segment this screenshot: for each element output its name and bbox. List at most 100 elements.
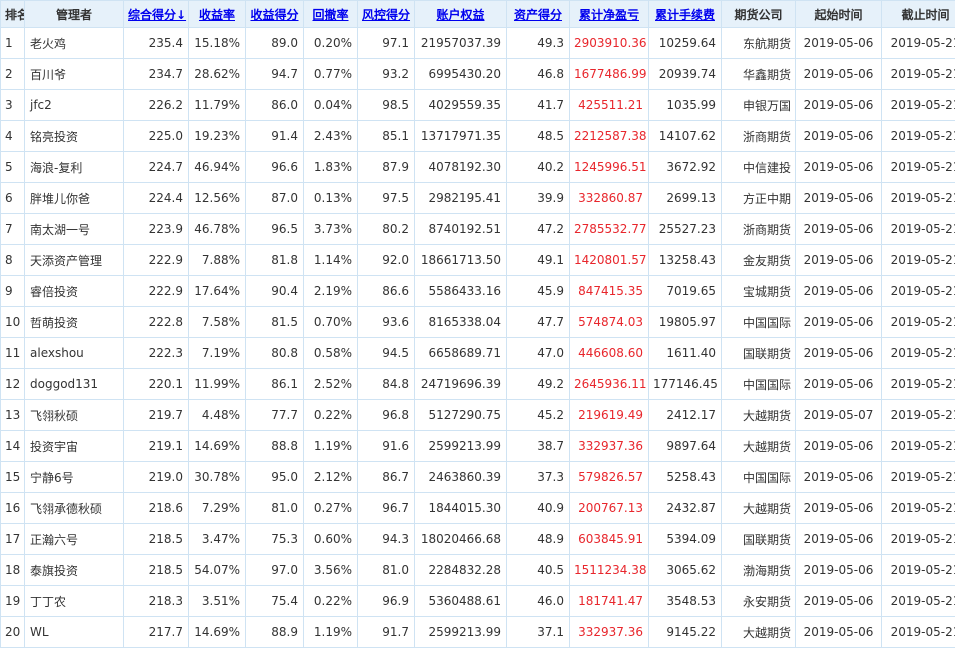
broker-cell: 大越期货 <box>721 399 796 431</box>
manager-name: 投资宇宙 <box>24 430 124 462</box>
drawdown-cell: 0.60% <box>303 523 358 555</box>
fees-cell: 1035.99 <box>648 89 722 121</box>
header-return-score[interactable]: 收益得分 <box>245 0 304 28</box>
equity-cell: 1844015.30 <box>414 492 507 524</box>
risk-score-cell: 97.5 <box>357 182 415 214</box>
rank-cell: 15 <box>0 461 25 493</box>
end-date-cell: 2019-05-21 <box>881 492 955 524</box>
start-date-cell: 2019-05-06 <box>795 306 882 338</box>
sort-score-link[interactable]: 综合得分↓ <box>128 8 186 22</box>
equity-cell: 8740192.51 <box>414 213 507 245</box>
net-pnl-cell: 2903910.36 <box>569 27 649 59</box>
asset-score-cell: 46.8 <box>506 58 570 90</box>
return-rate-cell: 54.07% <box>188 554 246 586</box>
drawdown-cell: 0.77% <box>303 58 358 90</box>
return-rate-cell: 30.78% <box>188 461 246 493</box>
rank-cell: 2 <box>0 58 25 90</box>
equity-cell: 2982195.41 <box>414 182 507 214</box>
risk-score-cell: 91.6 <box>357 430 415 462</box>
net-pnl-cell: 1677486.99 <box>569 58 649 90</box>
sort-equity-link[interactable]: 账户权益 <box>436 8 484 22</box>
return-rate-cell: 7.29% <box>188 492 246 524</box>
sort-fees-link[interactable]: 累计手续费 <box>655 8 715 22</box>
end-date-cell: 2019-05-21 <box>881 399 955 431</box>
broker-cell: 国联期货 <box>721 523 796 555</box>
drawdown-cell: 1.83% <box>303 151 358 183</box>
sort-return-rate-link[interactable]: 收益率 <box>199 8 235 22</box>
net-pnl-cell: 1420801.57 <box>569 244 649 276</box>
manager-name: 泰旗投资 <box>24 554 124 586</box>
sort-risk-score-link[interactable]: 风控得分 <box>362 8 410 22</box>
equity-cell: 4078192.30 <box>414 151 507 183</box>
table-row: 8 天添资产管理 222.9 7.88% 81.8 1.14% 92.0 18661713.5… <box>0 244 955 276</box>
score-cell: 219.7 <box>123 399 189 431</box>
drawdown-cell: 2.52% <box>303 368 358 400</box>
manager-name: 哲萌投资 <box>24 306 124 338</box>
risk-score-cell: 86.6 <box>357 275 415 307</box>
drawdown-cell: 0.04% <box>303 89 358 121</box>
end-date-cell: 2019-05-21 <box>881 430 955 462</box>
return-rate-cell: 11.99% <box>188 368 246 400</box>
risk-score-cell: 84.8 <box>357 368 415 400</box>
risk-score-cell: 80.2 <box>357 213 415 245</box>
header-risk-score[interactable]: 风控得分 <box>357 0 415 28</box>
sort-return-score-link[interactable]: 收益得分 <box>250 8 298 22</box>
start-date-cell: 2019-05-07 <box>795 399 882 431</box>
manager-name: 飞翎承德秋硕 <box>24 492 124 524</box>
asset-score-cell: 45.2 <box>506 399 570 431</box>
rank-cell: 19 <box>0 585 25 617</box>
header-asset-score[interactable]: 资产得分 <box>506 0 570 28</box>
fees-cell: 9897.64 <box>648 430 722 462</box>
asset-score-cell: 38.7 <box>506 430 570 462</box>
manager-name: 海浪-复利 <box>24 151 124 183</box>
return-score-cell: 75.3 <box>245 523 304 555</box>
asset-score-cell: 39.9 <box>506 182 570 214</box>
return-rate-cell: 15.18% <box>188 27 246 59</box>
fees-cell: 2699.13 <box>648 182 722 214</box>
score-cell: 235.4 <box>123 27 189 59</box>
table-body: 1 老火鸡 235.4 15.18% 89.0 0.20% 97.1 21957037.39 4… <box>0 27 955 648</box>
header-fees[interactable]: 累计手续费 <box>648 0 722 28</box>
header-rank: 排名 <box>0 0 25 28</box>
return-score-cell: 90.4 <box>245 275 304 307</box>
return-rate-cell: 14.69% <box>188 616 246 648</box>
fees-cell: 3672.92 <box>648 151 722 183</box>
broker-cell: 华鑫期货 <box>721 58 796 90</box>
sort-net-pnl-link[interactable]: 累计净盈亏 <box>579 8 639 22</box>
header-net-pnl[interactable]: 累计净盈亏 <box>569 0 649 28</box>
asset-score-cell: 49.3 <box>506 27 570 59</box>
drawdown-cell: 0.70% <box>303 306 358 338</box>
broker-cell: 国联期货 <box>721 337 796 369</box>
asset-score-cell: 48.9 <box>506 523 570 555</box>
drawdown-cell: 1.19% <box>303 616 358 648</box>
net-pnl-cell: 579826.57 <box>569 461 649 493</box>
header-return-rate[interactable]: 收益率 <box>188 0 246 28</box>
table-row: 12 doggod131 220.1 11.99% 86.1 2.52% 84.8 24719… <box>0 368 955 400</box>
asset-score-cell: 48.5 <box>506 120 570 152</box>
drawdown-cell: 0.13% <box>303 182 358 214</box>
fees-cell: 10259.64 <box>648 27 722 59</box>
start-date-cell: 2019-05-06 <box>795 585 882 617</box>
net-pnl-cell: 332860.87 <box>569 182 649 214</box>
end-date-cell: 2019-05-21 <box>881 151 955 183</box>
end-date-cell: 2019-05-21 <box>881 368 955 400</box>
risk-score-cell: 96.9 <box>357 585 415 617</box>
broker-cell: 永安期货 <box>721 585 796 617</box>
sort-drawdown-link[interactable]: 回撤率 <box>312 8 348 22</box>
manager-name: 天添资产管理 <box>24 244 124 276</box>
net-pnl-cell: 603845.91 <box>569 523 649 555</box>
header-score[interactable]: 综合得分↓ <box>123 0 189 28</box>
rank-cell: 13 <box>0 399 25 431</box>
risk-score-cell: 87.9 <box>357 151 415 183</box>
broker-cell: 中国国际 <box>721 368 796 400</box>
sort-asset-score-link[interactable]: 资产得分 <box>514 8 562 22</box>
asset-score-cell: 37.3 <box>506 461 570 493</box>
fees-cell: 20939.74 <box>648 58 722 90</box>
start-date-cell: 2019-05-06 <box>795 120 882 152</box>
header-equity[interactable]: 账户权益 <box>414 0 507 28</box>
start-date-cell: 2019-05-06 <box>795 182 882 214</box>
manager-name: 百川爷 <box>24 58 124 90</box>
return-score-cell: 88.8 <box>245 430 304 462</box>
header-drawdown[interactable]: 回撤率 <box>303 0 358 28</box>
net-pnl-cell: 2785532.77 <box>569 213 649 245</box>
